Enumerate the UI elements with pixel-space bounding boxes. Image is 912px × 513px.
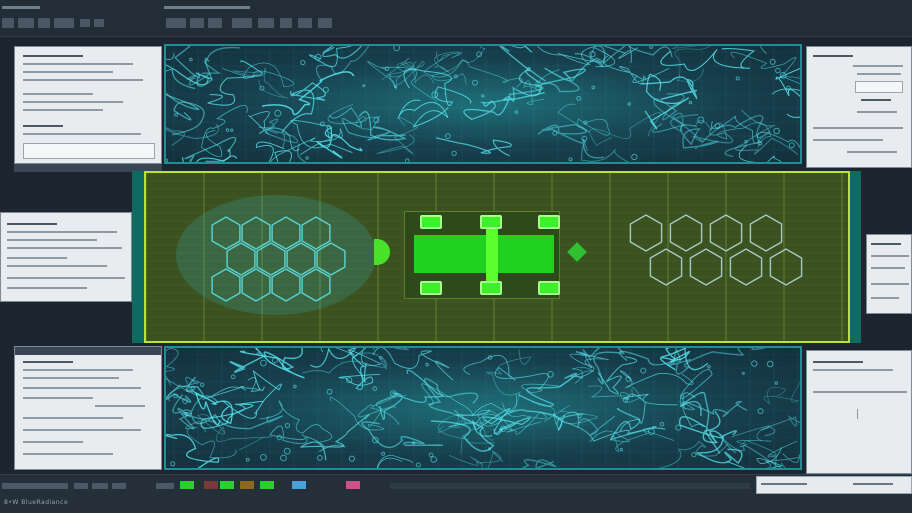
toolbar-button[interactable] <box>208 18 222 28</box>
toolbar-button[interactable] <box>298 18 312 28</box>
document-panel-mid-left[interactable] <box>0 212 132 302</box>
toolbar-button[interactable] <box>258 18 274 28</box>
status-swatch[interactable] <box>346 481 360 489</box>
chip-pad <box>480 215 502 229</box>
chip-pad <box>538 215 560 229</box>
pcb-board-surface <box>144 171 850 343</box>
document-panel-top-left[interactable] <box>14 46 162 164</box>
chip-pad <box>420 281 442 295</box>
status-item[interactable] <box>74 483 88 489</box>
status-item[interactable] <box>156 483 174 489</box>
status-swatch[interactable] <box>180 481 194 489</box>
chip-pad <box>420 215 442 229</box>
circuit-traces <box>166 46 800 162</box>
status-item[interactable] <box>112 483 126 489</box>
toolbar-button[interactable] <box>80 19 90 27</box>
circuit-traces <box>166 348 800 468</box>
circuit-view-bottom[interactable] <box>164 346 802 470</box>
toolbar-button[interactable] <box>280 18 292 28</box>
bottom-right-field[interactable] <box>756 476 912 494</box>
status-item[interactable] <box>92 483 108 489</box>
top-toolbar <box>0 0 912 37</box>
circuit-view-top[interactable] <box>164 44 802 164</box>
toolbar-button[interactable] <box>94 19 104 27</box>
status-track <box>390 483 750 489</box>
status-text: 8•W BlueRadiance <box>4 499 69 506</box>
menu-item[interactable] <box>2 6 40 9</box>
document-panel-bottom-right[interactable] <box>806 350 912 474</box>
status-swatch[interactable] <box>260 481 274 489</box>
chip-pad <box>538 281 560 295</box>
toolbar-button[interactable] <box>166 18 186 28</box>
document-panel-mid-right[interactable] <box>866 234 912 314</box>
toolbar-button[interactable] <box>2 18 14 28</box>
status-swatch[interactable] <box>292 481 306 489</box>
document-panel-top-right[interactable] <box>806 46 912 168</box>
menu-item[interactable] <box>164 6 250 9</box>
status-swatch[interactable] <box>220 481 234 489</box>
toolbar-button[interactable] <box>18 18 34 28</box>
processor-chip[interactable] <box>414 235 554 273</box>
pcb-board[interactable] <box>132 171 861 343</box>
status-swatch[interactable] <box>204 481 218 489</box>
status-swatch[interactable] <box>240 481 254 489</box>
toolbar-button[interactable] <box>190 18 204 28</box>
toolbar-button[interactable] <box>318 18 332 28</box>
status-item[interactable] <box>2 483 68 489</box>
document-panel-bottom-left[interactable] <box>14 346 162 470</box>
toolbar-button[interactable] <box>38 18 50 28</box>
toolbar-button[interactable] <box>232 18 252 28</box>
toolbar-button[interactable] <box>54 18 74 28</box>
chip-pad <box>480 281 502 295</box>
